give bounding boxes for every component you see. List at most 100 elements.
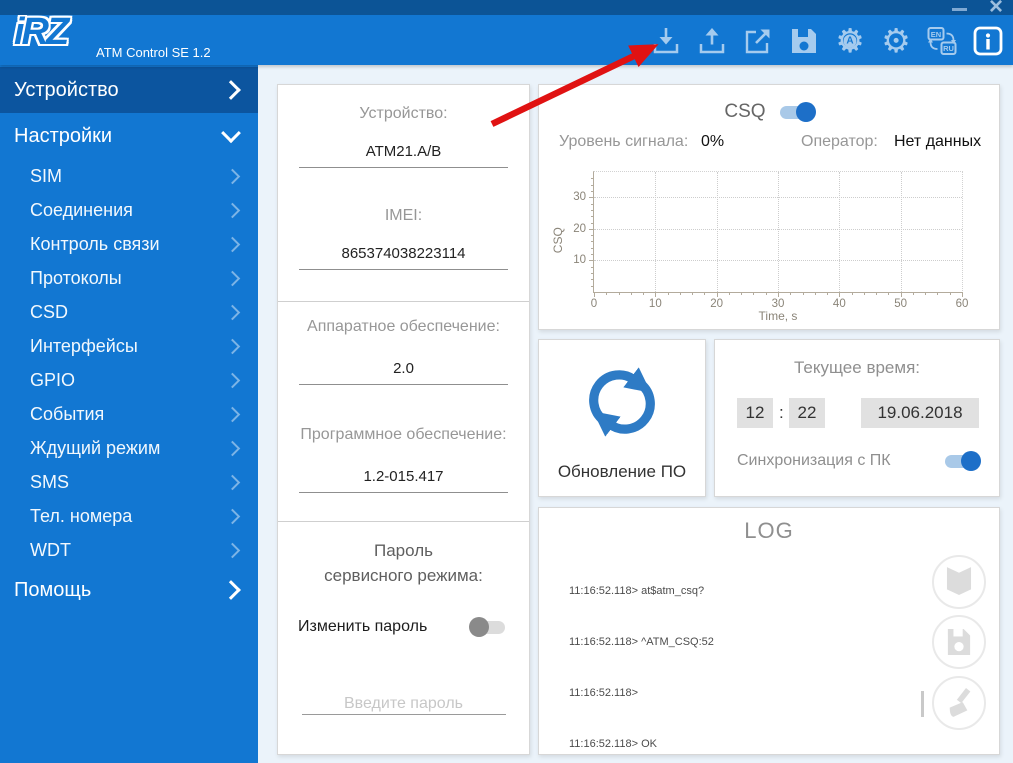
chevron-icon: [224, 236, 241, 252]
svg-text:RU: RU: [943, 44, 954, 53]
info-icon[interactable]: [971, 24, 1005, 58]
window-titlebar: ×: [0, 0, 1013, 20]
chevron-icon: [224, 406, 241, 422]
operator-value: Нет данных: [894, 133, 982, 150]
sidebar-item-sms[interactable]: SMS: [0, 465, 258, 499]
password-input[interactable]: [301, 694, 506, 715]
sidebar-item-connections[interactable]: Соединения: [0, 193, 258, 227]
minute-field[interactable]: 22: [789, 398, 825, 428]
sidebar-item-label: CSD: [30, 301, 69, 322]
chevron-icon: [224, 440, 241, 456]
sidebar-item-interfaces[interactable]: Интерфейсы: [0, 329, 258, 363]
change-password-row: Изменить пароль: [298, 616, 505, 637]
sidebar-item-protocols[interactable]: Протоколы: [0, 261, 258, 295]
csq-toggle[interactable]: [779, 101, 816, 122]
svg-text:EN: EN: [931, 30, 941, 39]
sidebar-item-label: Протоколы: [30, 267, 122, 288]
hour-field[interactable]: 12: [737, 398, 773, 428]
chevron-icon: [221, 123, 241, 144]
chevron-icon: [224, 508, 241, 524]
sidebar-item-help[interactable]: Помощь: [0, 567, 258, 613]
date-field[interactable]: 19.06.2018: [861, 398, 979, 428]
chevron-icon: [224, 474, 241, 490]
pc-sync-row: Синхронизация с ПК: [737, 450, 981, 471]
export-icon[interactable]: [741, 24, 775, 58]
log-save-button[interactable]: [932, 615, 986, 669]
csq-chart: 0 10 20 30 40 50 60 10 20 30 Time, s CSQ: [551, 163, 987, 323]
log-output[interactable]: 11:16:52.118> at$atm_csq? 11:16:52.118> …: [569, 560, 914, 763]
app-header: iRZ ATM Control SE 1.2 A ⚙ EN RU: [0, 11, 1013, 65]
sidebar-item-gpio[interactable]: GPIO: [0, 363, 258, 397]
sidebar-item-label: Соединения: [30, 199, 133, 220]
settings-gear-icon[interactable]: ⚙: [879, 24, 913, 58]
brush-icon: [949, 688, 971, 717]
irz-logo: iRZ: [14, 11, 69, 53]
pc-sync-toggle[interactable]: [945, 450, 981, 471]
sidebar-item-label: Ждущий режим: [30, 437, 161, 458]
firmware-update-label: Обновление ПО: [557, 462, 687, 481]
sidebar-item-label: Настройки: [14, 124, 113, 147]
device-value: ATM21.A/B: [299, 143, 508, 168]
csq-card: CSQ Уровень сигнала: 0% Оператор: Нет да…: [538, 84, 1000, 330]
imei-label: IMEI:: [384, 207, 423, 224]
csq-info-row: Уровень сигнала: 0% Оператор: Нет данных: [539, 133, 999, 155]
chevron-icon: [224, 168, 241, 184]
software-value: 1.2-015.417: [299, 468, 508, 493]
service-password-label: Пароль сервисного режима:: [324, 541, 483, 585]
pc-sync-label: Синхронизация с ПК: [737, 452, 891, 469]
app-window: × iRZ ATM Control SE 1.2 A ⚙ EN RU Устро…: [0, 0, 1013, 763]
app-title: ATM Control SE 1.2: [96, 45, 211, 60]
chevron-icon: [221, 580, 241, 600]
auto-settings-gear-icon[interactable]: ⚙ A: [833, 24, 867, 58]
upload-icon[interactable]: [695, 24, 729, 58]
sidebar-item-sim[interactable]: SIM: [0, 159, 258, 193]
log-line: 11:16:52.118> at$atm_csq?: [569, 585, 705, 598]
log-clear-button[interactable]: [932, 676, 986, 730]
sidebar-item-label: GPIO: [30, 369, 76, 390]
sidebar-item-label: WDT: [30, 539, 71, 560]
sidebar-item-standby-mode[interactable]: Ждущий режим: [0, 431, 258, 465]
sidebar-item-events[interactable]: События: [0, 397, 258, 431]
change-password-toggle[interactable]: [469, 616, 505, 637]
operator-label: Оператор:: [801, 133, 878, 150]
csq-plot: 0 10 20 30 40 50 60 10 20 30: [573, 171, 968, 310]
chart-y-axis-label: CSQ: [551, 227, 566, 254]
sidebar-item-phone-numbers[interactable]: Тел. номера: [0, 499, 258, 533]
chevron-icon: [224, 270, 241, 286]
log-line: 11:16:52.118>: [569, 687, 639, 700]
hardware-value: 2.0: [299, 360, 508, 385]
signal-level-label: Уровень сигнала:: [559, 133, 689, 150]
sidebar-item-label: Тел. номера: [30, 505, 133, 526]
close-button[interactable]: ×: [983, 0, 1009, 20]
hardware-label: Аппаратное обеспечение:: [307, 318, 500, 335]
chevron-icon: [224, 372, 241, 388]
chevron-icon: [221, 80, 241, 100]
password-section: Пароль сервисного режима: Изменить парол…: [278, 521, 529, 754]
log-scrollbar-thumb[interactable]: [921, 691, 924, 717]
sidebar-item-device[interactable]: Устройство: [0, 67, 258, 113]
change-password-label: Изменить пароль: [298, 618, 428, 635]
chevron-icon: [224, 542, 241, 558]
log-line: 11:16:52.118> OK: [569, 737, 657, 750]
time-colon: :: [779, 403, 784, 422]
firmware-update-button[interactable]: Обновление ПО: [538, 339, 706, 497]
device-info-card: Устройство: ATM21.A/B IMEI: 865374038223…: [277, 84, 530, 755]
sidebar-item-link-control[interactable]: Контроль связи: [0, 227, 258, 261]
minimize-button[interactable]: [952, 8, 967, 11]
sidebar-item-label: Помощь: [14, 578, 92, 601]
language-switch-icon[interactable]: EN RU: [925, 24, 959, 58]
download-icon[interactable]: [649, 24, 683, 58]
sidebar-item-settings[interactable]: Настройки: [0, 113, 258, 159]
log-card: LOG 11:16:52.118> at$atm_csq? 11:16:52.1…: [538, 507, 1000, 755]
sidebar-item-label: Контроль связи: [30, 233, 160, 254]
sidebar-item-label: SMS: [30, 471, 70, 492]
save-icon[interactable]: [787, 24, 821, 58]
log-view-button[interactable]: [932, 555, 986, 609]
sidebar-item-wdt[interactable]: WDT: [0, 533, 258, 567]
sidebar-item-csd[interactable]: CSD: [0, 295, 258, 329]
imei-value: 865374038223114: [299, 245, 508, 270]
device-label: Устройство:: [359, 105, 448, 122]
sidebar-item-label: SIM: [30, 165, 63, 186]
sidebar-item-label: События: [30, 403, 105, 424]
chevron-icon: [224, 304, 241, 320]
